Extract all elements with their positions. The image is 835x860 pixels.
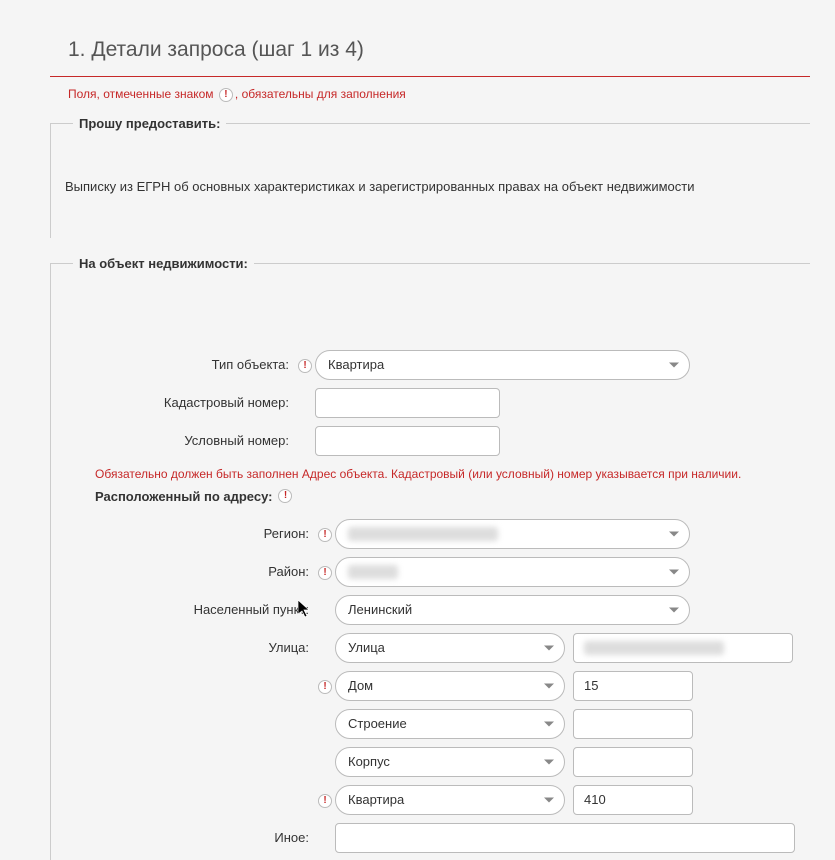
select-settlement[interactable]: Ленинский [335, 595, 690, 625]
required-icon: ! [318, 794, 332, 808]
row-district: Район: ! [65, 556, 796, 588]
required-icon: ! [278, 489, 292, 503]
select-house-type-value: Дом [348, 678, 373, 693]
select-object-type-value: Квартира [328, 357, 384, 372]
label-cadastral: Кадастровый номер: [65, 395, 295, 410]
select-house-type[interactable]: Дом [335, 671, 565, 701]
divider-redline [50, 76, 810, 77]
legend-object: На объект недвижимости: [73, 256, 254, 271]
required-fields-note: Поля, отмеченные знаком !, обязательны д… [68, 87, 810, 102]
row-settlement: Населенный пункт: Ленинский [65, 594, 796, 626]
input-cadastral[interactable] [315, 388, 500, 418]
chevron-down-icon [669, 607, 679, 612]
label-settlement: Населенный пункт: [65, 602, 315, 617]
required-icon: ! [219, 88, 233, 102]
input-building-value[interactable] [573, 709, 693, 739]
row-building: Строение [65, 708, 796, 740]
select-district[interactable] [335, 557, 690, 587]
select-building-type-value: Строение [348, 716, 407, 731]
row-cadastral: Кадастровый номер: [65, 387, 796, 419]
label-other: Иное: [65, 830, 315, 845]
input-apartment-value[interactable] [573, 785, 693, 815]
select-apartment-type[interactable]: Квартира [335, 785, 565, 815]
select-building-type[interactable]: Строение [335, 709, 565, 739]
chevron-down-icon [544, 797, 554, 802]
chevron-down-icon [669, 569, 679, 574]
chevron-down-icon [544, 721, 554, 726]
select-region-value-blurred [348, 527, 498, 541]
address-section-text: Расположенный по адресу: [95, 489, 272, 504]
legend-provide: Прошу предоставить: [73, 116, 226, 131]
page-title: 1. Детали запроса (шаг 1 из 4) [68, 38, 810, 62]
row-house: ! Дом [65, 670, 796, 702]
chevron-down-icon [669, 362, 679, 367]
chevron-down-icon [669, 531, 679, 536]
required-note-before: Поля, отмеченные знаком [68, 87, 214, 101]
input-house-value[interactable] [573, 671, 693, 701]
chevron-down-icon [544, 683, 554, 688]
provide-text: Выписку из ЕГРН об основных характеристи… [65, 179, 796, 194]
input-korpus-value[interactable] [573, 747, 693, 777]
input-other[interactable] [335, 823, 795, 853]
fieldset-provide: Прошу предоставить: Выписку из ЕГРН об о… [50, 116, 810, 238]
required-icon: ! [318, 528, 332, 542]
label-district: Район: [65, 564, 315, 579]
select-street-type-value: Улица [348, 640, 385, 655]
label-object-type: Тип объекта: [65, 357, 295, 372]
label-conditional: Условный номер: [65, 433, 295, 448]
select-object-type[interactable]: Квартира [315, 350, 690, 380]
select-district-value-blurred [348, 565, 398, 579]
select-settlement-value: Ленинский [348, 602, 412, 617]
select-street-type[interactable]: Улица [335, 633, 565, 663]
required-icon: ! [318, 680, 332, 694]
row-object-type: Тип объекта: ! Квартира [65, 349, 796, 381]
address-warning: Обязательно должен быть заполнен Адрес о… [95, 467, 796, 481]
label-street: Улица: [65, 640, 315, 655]
select-apartment-type-value: Квартира [348, 792, 404, 807]
required-icon: ! [318, 566, 332, 580]
input-conditional[interactable] [315, 426, 500, 456]
input-street-name[interactable] [573, 633, 793, 663]
fieldset-object: На объект недвижимости: Тип объекта: ! К… [50, 256, 810, 860]
row-conditional: Условный номер: [65, 425, 796, 457]
row-street: Улица: Улица [65, 632, 796, 664]
chevron-down-icon [544, 759, 554, 764]
required-note-after: , обязательны для заполнения [235, 87, 406, 101]
select-korpus-type[interactable]: Корпус [335, 747, 565, 777]
required-icon: ! [298, 359, 312, 373]
row-other: Иное: [65, 822, 796, 854]
row-region: Регион: ! [65, 518, 796, 550]
chevron-down-icon [544, 645, 554, 650]
select-korpus-type-value: Корпус [348, 754, 390, 769]
input-street-value-blurred [584, 641, 724, 655]
row-apartment: ! Квартира [65, 784, 796, 816]
select-region[interactable] [335, 519, 690, 549]
label-region: Регион: [65, 526, 315, 541]
row-korpus: Корпус [65, 746, 796, 778]
section-address-label: Расположенный по адресу: ! [95, 489, 796, 504]
